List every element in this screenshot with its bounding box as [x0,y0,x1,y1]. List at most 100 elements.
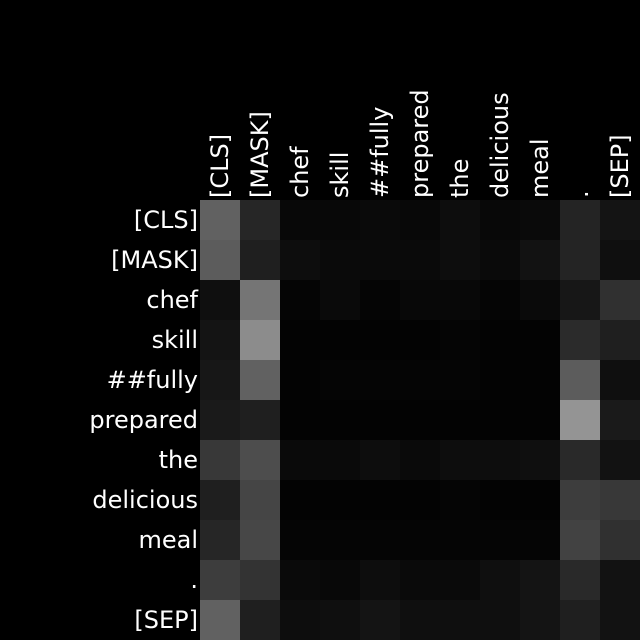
heatmap-cell-5-7 [480,400,520,440]
heatmap-cell-0-4 [360,200,400,240]
heatmap-cell-8-5 [400,520,440,560]
heatmap-cell-5-8 [520,400,560,440]
heatmap-cell-0-0 [200,200,240,240]
heatmap-cell-1-6 [440,240,480,280]
heatmap-cell-3-2 [280,320,320,360]
heatmap-cell-5-10 [600,400,640,440]
heatmap-cell-5-9 [560,400,600,440]
heatmap-cell-8-2 [280,520,320,560]
y-tick-label: [SEP] [134,606,198,634]
heatmap-cell-10-0 [200,600,240,640]
heatmap-cell-5-0 [200,400,240,440]
y-tick-label: ##fully [107,366,198,394]
heatmap-cell-1-3 [320,240,360,280]
y-tick-label: the [159,446,198,474]
heatmap-cell-2-1 [240,280,280,320]
heatmap-cell-3-1 [240,320,280,360]
heatmap-cell-1-0 [200,240,240,280]
y-tick-label: meal [138,526,198,554]
heatmap-cell-8-7 [480,520,520,560]
y-tick-label: [CLS] [134,206,198,234]
heatmap-cell-2-6 [440,280,480,320]
heatmap-cell-8-8 [520,520,560,560]
x-tick-label: ##fully [366,107,394,198]
heatmap-svg: [CLS] [MASK] chef skill ##fully prepared the de… [89,89,640,640]
heatmap-cell-4-0 [200,360,240,400]
heatmap-cell-9-7 [480,560,520,600]
heatmap-cell-9-10 [600,560,640,600]
heatmap-cell-2-2 [280,280,320,320]
heatmap-cell-6-9 [560,440,600,480]
heatmap-cell-5-5 [400,400,440,440]
heatmap-cell-2-10 [600,280,640,320]
heatmap-cell-3-6 [440,320,480,360]
heatmap-cell-1-2 [280,240,320,280]
x-tick-label: [SEP] [606,134,634,198]
heatmap-cell-5-3 [320,400,360,440]
x-tick-label: [CLS] [206,134,234,198]
heatmap-cell-2-9 [560,280,600,320]
heatmap-cell-6-4 [360,440,400,480]
heatmap-cell-4-7 [480,360,520,400]
heatmap-cell-7-10 [600,480,640,520]
heatmap-cell-8-9 [560,520,600,560]
heatmap-cell-5-1 [240,400,280,440]
y-axis-tick-labels: [CLS] [MASK] chef skill ##fully prepared the de… [89,206,198,634]
heatmap-cell-9-6 [440,560,480,600]
heatmap-cell-3-9 [560,320,600,360]
heatmap-cell-7-3 [320,480,360,520]
heatmap-cell-1-5 [400,240,440,280]
heatmap-cell-9-1 [240,560,280,600]
heatmap-cell-2-8 [520,280,560,320]
heatmap-cell-4-8 [520,360,560,400]
heatmap-cell-8-6 [440,520,480,560]
heatmap-cell-4-5 [400,360,440,400]
heatmap-cell-1-1 [240,240,280,280]
heatmap-cell-7-8 [520,480,560,520]
heatmap-cell-4-6 [440,360,480,400]
heatmap-cell-6-7 [480,440,520,480]
heatmap-cell-7-2 [280,480,320,520]
heatmap-cell-7-7 [480,480,520,520]
heatmap-cell-4-4 [360,360,400,400]
heatmap-cell-7-4 [360,480,400,520]
heatmap-cell-6-1 [240,440,280,480]
heatmap-cell-9-5 [400,560,440,600]
heatmap-cell-6-5 [400,440,440,480]
y-tick-label: chef [146,286,198,314]
heatmap-cell-3-5 [400,320,440,360]
heatmap-cell-3-4 [360,320,400,360]
heatmap-cell-9-0 [200,560,240,600]
y-tick-label: . [190,566,198,594]
x-tick-label: prepared [406,89,434,198]
heatmap-cell-0-8 [520,200,560,240]
heatmap-cell-6-10 [600,440,640,480]
x-tick-label: . [566,190,594,198]
heatmap-cell-1-4 [360,240,400,280]
heatmap-cell-10-9 [560,600,600,640]
heatmap-cell-3-3 [320,320,360,360]
heatmap-cell-9-9 [560,560,600,600]
heatmap-cell-0-2 [280,200,320,240]
heatmap-cell-0-1 [240,200,280,240]
heatmap-cell-4-9 [560,360,600,400]
heatmap-cell-8-10 [600,520,640,560]
heatmap-cell-5-4 [360,400,400,440]
heatmap-cell-10-4 [360,600,400,640]
heatmap-cell-0-6 [440,200,480,240]
x-tick-label: meal [526,138,554,198]
heatmap-cell-8-1 [240,520,280,560]
y-tick-label: prepared [89,406,198,434]
heatmap-cell-7-1 [240,480,280,520]
heatmap-cell-6-6 [440,440,480,480]
heatmap-cell-0-7 [480,200,520,240]
attention-heatmap-chart: [CLS] [MASK] chef skill ##fully prepared the de… [0,0,640,640]
heatmap-cell-3-7 [480,320,520,360]
heatmap-cell-0-3 [320,200,360,240]
heatmap-cell-0-9 [560,200,600,240]
heatmap-cell-10-10 [600,600,640,640]
heatmap-cell-8-3 [320,520,360,560]
heatmap-cell-8-0 [200,520,240,560]
heatmap-cell-1-9 [560,240,600,280]
heatmap-cell-5-6 [440,400,480,440]
